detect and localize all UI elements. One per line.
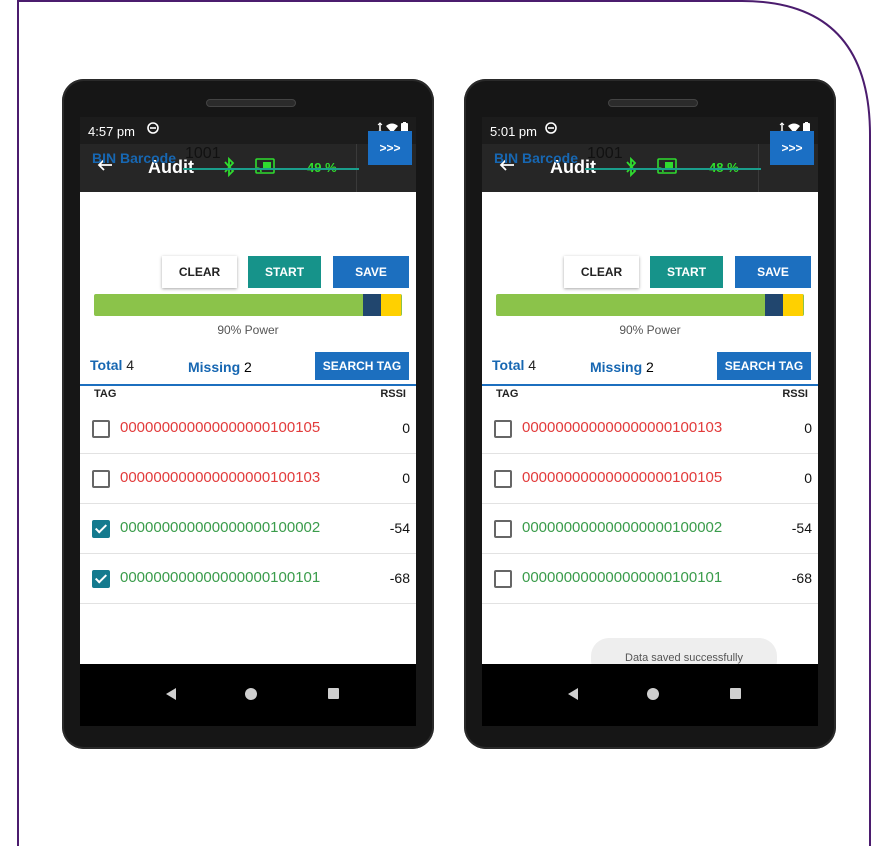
nav-recents-icon[interactable]	[730, 688, 741, 699]
nav-bar	[80, 664, 416, 726]
column-header-tag: TAG	[94, 388, 117, 400]
missing-label: Missing	[188, 359, 241, 375]
bin-barcode-input[interactable]	[585, 140, 761, 170]
power-slider[interactable]	[496, 294, 804, 316]
tag-rssi: 0	[804, 420, 812, 436]
missing-label: Missing	[590, 359, 643, 375]
tag-row[interactable]: 000000000000000000100103 0	[80, 454, 416, 504]
power-slider[interactable]	[94, 294, 402, 316]
nav-recents-icon[interactable]	[328, 688, 339, 699]
tag-id: 000000000000000000100105	[120, 419, 321, 436]
tag-rssi: 0	[804, 470, 812, 486]
nav-home-icon[interactable]	[647, 688, 659, 700]
tag-list: 000000000000000000100103 0 000000000000000…	[482, 404, 818, 604]
tag-checkbox[interactable]	[92, 520, 110, 538]
clear-button[interactable]: CLEAR	[564, 256, 639, 288]
tag-id: 000000000000000000100002	[120, 519, 321, 536]
tag-row[interactable]: 000000000000000000100105 0	[482, 454, 818, 504]
bin-barcode-input[interactable]	[183, 140, 359, 170]
power-label: 90% Power	[217, 323, 279, 337]
tag-id: 000000000000000000100101	[522, 569, 723, 586]
tag-row[interactable]: 000000000000000000100101 -68	[80, 554, 416, 604]
tag-id: 000000000000000000100103	[120, 469, 321, 486]
search-tag-button[interactable]: SEARCH TAG	[717, 352, 811, 380]
tag-row[interactable]: 000000000000000000100105 0	[80, 404, 416, 454]
table-header: TAG RSSI	[80, 384, 416, 404]
tag-row[interactable]: 000000000000000000100002 -54	[80, 504, 416, 554]
column-header-rssi: RSSI	[380, 388, 406, 400]
go-button[interactable]: >>>	[368, 131, 412, 165]
power-label: 90% Power	[619, 323, 681, 337]
earpiece-speaker	[206, 99, 296, 107]
tag-row[interactable]: 000000000000000000100101 -68	[482, 554, 818, 604]
tag-checkbox[interactable]	[494, 470, 512, 488]
tag-row[interactable]: 000000000000000000100002 -54	[482, 504, 818, 554]
search-tag-button[interactable]: SEARCH TAG	[315, 352, 409, 380]
missing-value: 2	[244, 359, 252, 375]
tag-id: 000000000000000000100105	[522, 469, 723, 486]
status-time: 4:57 pm	[88, 124, 135, 139]
go-button[interactable]: >>>	[770, 131, 814, 165]
save-button[interactable]: SAVE	[735, 256, 811, 288]
bin-barcode-label: BIN Barcode	[494, 150, 579, 166]
tag-id: 000000000000000000100103	[522, 419, 723, 436]
tag-checkbox[interactable]	[92, 420, 110, 438]
total-label: Total	[492, 357, 525, 373]
power-slider-handle[interactable]	[363, 294, 381, 316]
bin-barcode-label: BIN Barcode	[92, 150, 177, 166]
column-header-rssi: RSSI	[782, 388, 808, 400]
tag-rssi: -68	[389, 570, 410, 586]
tag-rssi: -54	[389, 520, 410, 536]
tag-checkbox[interactable]	[494, 420, 512, 438]
tag-checkbox[interactable]	[494, 520, 512, 538]
save-button[interactable]: SAVE	[333, 256, 409, 288]
nav-back-icon[interactable]	[568, 688, 578, 700]
total-count: Total 4	[90, 357, 134, 373]
clear-button[interactable]: CLEAR	[162, 256, 237, 288]
phone-screen: 4:57 pm Audit 49 % BIN Barcode >>> CLEAR…	[80, 117, 416, 664]
tag-checkbox[interactable]	[494, 570, 512, 588]
do-not-disturb-icon	[147, 122, 159, 134]
tag-checkbox[interactable]	[92, 570, 110, 588]
tag-row[interactable]: 000000000000000000100103 0	[482, 404, 818, 454]
tag-id: 000000000000000000100101	[120, 569, 321, 586]
power-slider-tail	[381, 294, 401, 316]
missing-count: Missing 2	[188, 359, 252, 375]
missing-value: 2	[646, 359, 654, 375]
total-count: Total 4	[492, 357, 536, 373]
toast-message: Data saved successfully	[591, 638, 777, 664]
missing-count: Missing 2	[590, 359, 654, 375]
total-value: 4	[528, 357, 537, 373]
power-slider-handle[interactable]	[765, 294, 783, 316]
nav-back-icon[interactable]	[166, 688, 176, 700]
start-button[interactable]: START	[248, 256, 321, 288]
nav-bar	[482, 664, 818, 726]
start-button[interactable]: START	[650, 256, 723, 288]
phone-right: 5:01 pm Audit 48 % BIN Barcode >>> CLEAR…	[464, 79, 836, 749]
do-not-disturb-icon	[545, 122, 557, 134]
power-slider-tail	[783, 294, 803, 316]
tag-rssi: 0	[402, 420, 410, 436]
phone-screen: 5:01 pm Audit 48 % BIN Barcode >>> CLEAR…	[482, 117, 818, 664]
tag-id: 000000000000000000100002	[522, 519, 723, 536]
status-time: 5:01 pm	[490, 124, 537, 139]
earpiece-speaker	[608, 99, 698, 107]
total-label: Total	[90, 357, 123, 373]
tag-rssi: -68	[791, 570, 812, 586]
column-header-tag: TAG	[496, 388, 519, 400]
table-header: TAG RSSI	[482, 384, 818, 404]
tag-checkbox[interactable]	[92, 470, 110, 488]
nav-home-icon[interactable]	[245, 688, 257, 700]
total-value: 4	[126, 357, 135, 373]
tag-rssi: -54	[791, 520, 812, 536]
tag-rssi: 0	[402, 470, 410, 486]
phone-left: 4:57 pm Audit 49 % BIN Barcode >>> CLEAR…	[62, 79, 434, 749]
tag-list: 000000000000000000100105 0 000000000000000…	[80, 404, 416, 604]
